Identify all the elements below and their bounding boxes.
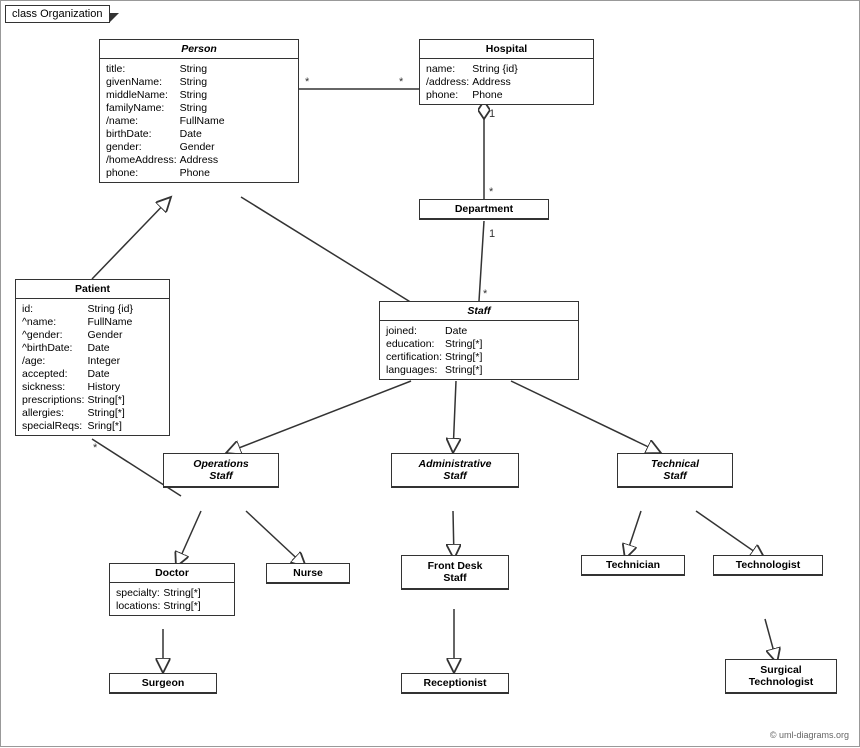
staff-body: joined:Date education:String[*] certific… bbox=[380, 321, 578, 379]
front-desk-staff-header: Front DeskStaff bbox=[402, 556, 508, 589]
hospital-body: name:String {id} /address:Address phone:… bbox=[420, 59, 593, 104]
nurse-header: Nurse bbox=[267, 564, 349, 583]
person-header: Person bbox=[100, 40, 298, 59]
technical-staff-header: TechnicalStaff bbox=[618, 454, 732, 487]
surgeon-header: Surgeon bbox=[110, 674, 216, 693]
patient-body: id:String {id} ^name:FullName ^gender:Ge… bbox=[16, 299, 169, 435]
watermark: © uml-diagrams.org bbox=[770, 730, 849, 740]
svg-text:*: * bbox=[93, 442, 98, 454]
svg-text:1: 1 bbox=[489, 108, 495, 120]
patient-header: Patient bbox=[16, 280, 169, 299]
front-desk-staff-class: Front DeskStaff bbox=[401, 555, 509, 590]
svg-text:*: * bbox=[489, 186, 494, 198]
surgical-technologist-class: SurgicalTechnologist bbox=[725, 659, 837, 694]
operations-staff-header: OperationsStaff bbox=[164, 454, 278, 487]
surgeon-class: Surgeon bbox=[109, 673, 217, 694]
svg-text:1: 1 bbox=[489, 228, 495, 240]
svg-text:*: * bbox=[305, 76, 310, 88]
department-header: Department bbox=[420, 200, 548, 219]
administrative-staff-header: AdministrativeStaff bbox=[392, 454, 518, 487]
technician-header: Technician bbox=[582, 556, 684, 575]
svg-text:*: * bbox=[483, 288, 488, 300]
diagram-container: class Organization * * 1 * bbox=[0, 0, 860, 747]
hospital-header: Hospital bbox=[420, 40, 593, 59]
surgical-technologist-header: SurgicalTechnologist bbox=[726, 660, 836, 693]
technical-staff-class: TechnicalStaff bbox=[617, 453, 733, 488]
nurse-class: Nurse bbox=[266, 563, 350, 584]
receptionist-header: Receptionist bbox=[402, 674, 508, 693]
technologist-class: Technologist bbox=[713, 555, 823, 576]
operations-staff-class: OperationsStaff bbox=[163, 453, 279, 488]
department-class: Department bbox=[419, 199, 549, 220]
receptionist-class: Receptionist bbox=[401, 673, 509, 694]
technician-class: Technician bbox=[581, 555, 685, 576]
person-class: Person title:String givenName:String mid… bbox=[99, 39, 299, 183]
doctor-body: specialty:String[*] locations:String[*] bbox=[110, 583, 234, 615]
person-body: title:String givenName:String middleName… bbox=[100, 59, 298, 182]
frame-label: class Organization bbox=[5, 5, 110, 23]
hospital-class: Hospital name:String {id} /address:Addre… bbox=[419, 39, 594, 105]
technologist-header: Technologist bbox=[714, 556, 822, 575]
svg-text:*: * bbox=[399, 76, 404, 88]
staff-class: Staff joined:Date education:String[*] ce… bbox=[379, 301, 579, 380]
doctor-header: Doctor bbox=[110, 564, 234, 583]
administrative-staff-class: AdministrativeStaff bbox=[391, 453, 519, 488]
staff-header: Staff bbox=[380, 302, 578, 321]
patient-class: Patient id:String {id} ^name:FullName ^g… bbox=[15, 279, 170, 436]
doctor-class: Doctor specialty:String[*] locations:Str… bbox=[109, 563, 235, 616]
